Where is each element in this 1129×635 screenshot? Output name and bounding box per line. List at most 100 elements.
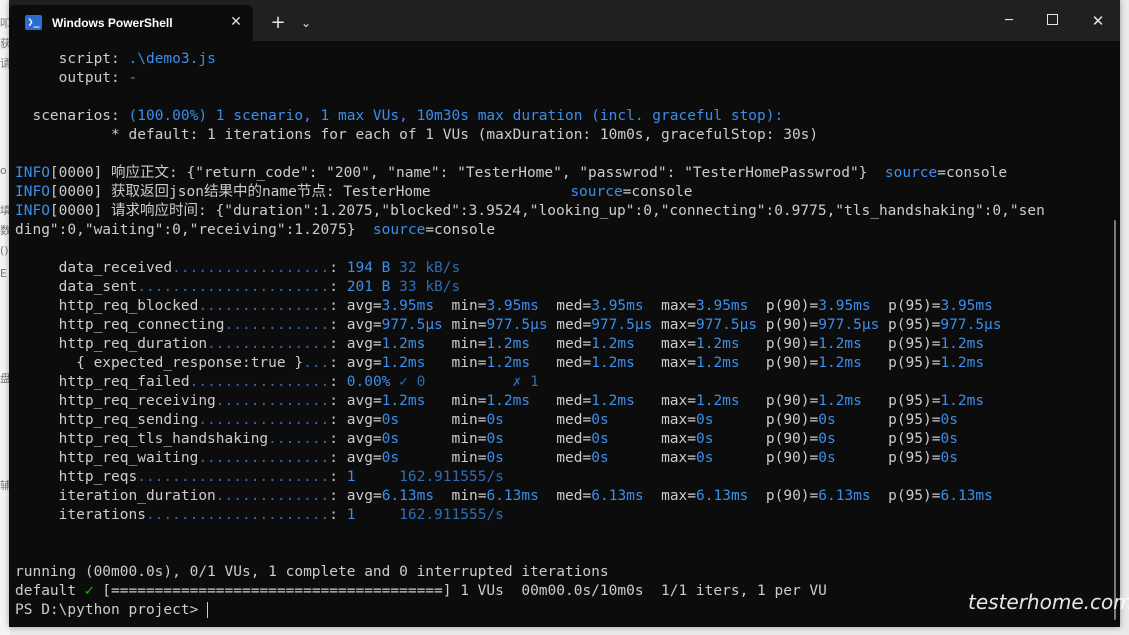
terminal-text: : avg= (329, 317, 382, 333)
terminal-text: http_req_tls_handshaking (15, 431, 269, 447)
terminal-text: default (15, 583, 85, 599)
terminal-text: min= (399, 412, 487, 428)
terminal-text: med= (503, 450, 592, 466)
chevron-down-icon[interactable]: ⌄ (296, 12, 316, 34)
terminal-text: p(90)= (757, 317, 819, 333)
terminal-text: 0s (940, 450, 958, 466)
terminal-text: med= (538, 488, 592, 504)
terminal-text: ...................... (137, 469, 330, 485)
terminal-text: ..................... (145, 507, 330, 523)
terminal-text: ............... (198, 298, 330, 314)
terminal-text: p(95)= (879, 317, 941, 333)
terminal-text: 0s (381, 450, 400, 466)
terminal-text: min= (425, 336, 487, 352)
terminal-text: : avg= (329, 412, 382, 428)
terminal-text: source (570, 184, 623, 200)
terminal-text: ✗ 1 (512, 374, 539, 390)
terminal-text: max= (652, 317, 696, 333)
terminal-line: ding":0,"waiting":0,"receiving":1.2075} … (15, 221, 1105, 240)
terminal-text: max= (634, 393, 696, 409)
powershell-icon: ❯_ (25, 15, 42, 30)
terminal-text: 162.911555/s (399, 507, 504, 523)
terminal-line: PS D:\python project> (15, 601, 1105, 620)
terminal-line: { expected_response:true }...: avg=1.2ms… (15, 354, 1105, 373)
terminal-line: data_received..................: 194 B 3… (15, 259, 1105, 278)
terminal-text: =console (937, 165, 1008, 181)
terminal-text: 0s (591, 412, 609, 428)
tab-windows-powershell[interactable]: ❯_ Windows PowerShell ✕ (9, 5, 253, 41)
terminal-text: ................ (189, 374, 330, 390)
terminal-text: INFO (15, 184, 50, 200)
terminal-text: p(95)= (870, 488, 941, 504)
terminal-text: max= (634, 355, 696, 371)
terminal-text: 977.5µs (695, 317, 758, 333)
terminal-text: 1.2ms (940, 393, 985, 409)
terminal-text: 1.2ms (486, 336, 531, 352)
terminal-text: max= (634, 336, 696, 352)
terminal-text: ✓ 0 (399, 374, 426, 390)
terminal-text: 3.95ms (486, 298, 539, 314)
terminal-text: 3.95ms (818, 298, 871, 314)
terminal-output[interactable]: script: .\demo3.js output: - scenarios: … (15, 50, 1105, 625)
terminal-text: 3.95ms (696, 298, 749, 314)
terminal-text: 0s (696, 450, 714, 466)
terminal-text: 1.2ms (818, 336, 862, 352)
terminal-line: http_req_failed................: 0.00% ✓… (15, 373, 1105, 392)
terminal-line: iterations.....................: 1 162.9… (15, 506, 1105, 525)
terminal-text: iteration_duration (15, 488, 216, 504)
terminal-text: p(95)= (835, 431, 941, 447)
terminal-line: scenarios: (100.00%) 1 scenario, 1 max V… (15, 107, 1105, 126)
terminal-text: 6.13ms (818, 488, 871, 504)
terminal-text: min= (399, 450, 487, 466)
scrollbar[interactable] (1114, 220, 1116, 620)
terminal-text: min= (425, 355, 487, 371)
terminal-text: [======================================]… (93, 583, 827, 599)
terminal-line: output: - (15, 69, 1105, 88)
maximize-button[interactable] (1037, 9, 1067, 33)
terminal-text: 977.5µs (486, 317, 548, 333)
terminal-line: iteration_duration.............: avg=6.1… (15, 487, 1105, 506)
title-bar: ❯_ Windows PowerShell ✕ + ⌄ ─ ✕ (9, 0, 1120, 41)
terminal-text: : avg= (329, 336, 382, 352)
powershell-window: ❯_ Windows PowerShell ✕ + ⌄ ─ ✕ script: … (9, 0, 1120, 627)
terminal-text: [0000] 获取返回json结果中的name节点: TesterHome (49, 184, 571, 200)
terminal-text: max= (643, 488, 697, 504)
new-tab-button[interactable]: + (267, 12, 289, 34)
terminal-text: .............. (207, 336, 330, 352)
terminal-text: min= (434, 298, 487, 314)
minimize-button[interactable]: ─ (994, 9, 1024, 33)
terminal-text: http_req_sending (15, 412, 199, 428)
terminal-line: http_req_duration..............: avg=1.2… (15, 335, 1105, 354)
terminal-text: 194 B (346, 260, 391, 276)
terminal-text: min= (434, 488, 487, 504)
terminal-text: ...................... (137, 279, 330, 295)
terminal-text: 6.13ms (940, 488, 993, 504)
terminal-text: p(90)= (713, 412, 819, 428)
terminal-text: p(90)= (748, 488, 819, 504)
terminal-text: max= (608, 450, 697, 466)
terminal-text: scenarios: (15, 108, 129, 124)
terminal-text: 33 kB/s (399, 279, 461, 295)
terminal-text: 1.2ms (695, 355, 740, 371)
terminal-line: http_req_waiting...............: avg=0s … (15, 449, 1105, 468)
terminal-text: min= (442, 317, 487, 333)
close-window-button[interactable]: ✕ (1083, 9, 1113, 33)
terminal-text: 6.13ms (381, 488, 435, 504)
terminal-text: 1.2ms (940, 336, 985, 352)
terminal-text: p(90)= (748, 298, 819, 314)
terminal-text: 0s (696, 431, 714, 447)
terminal-text: 977.5µs (940, 317, 1002, 333)
terminal-text: : avg= (329, 355, 382, 371)
terminal-text: med= (547, 317, 592, 333)
terminal-line: INFO[0000] 获取返回json结果中的name节点: TesterHom… (15, 183, 1105, 202)
terminal-text: max= (608, 431, 697, 447)
terminal-text: 162.911555/s (399, 469, 504, 485)
terminal-text: PS D:\python project> (15, 602, 208, 618)
close-tab-icon[interactable]: ✕ (227, 13, 245, 31)
